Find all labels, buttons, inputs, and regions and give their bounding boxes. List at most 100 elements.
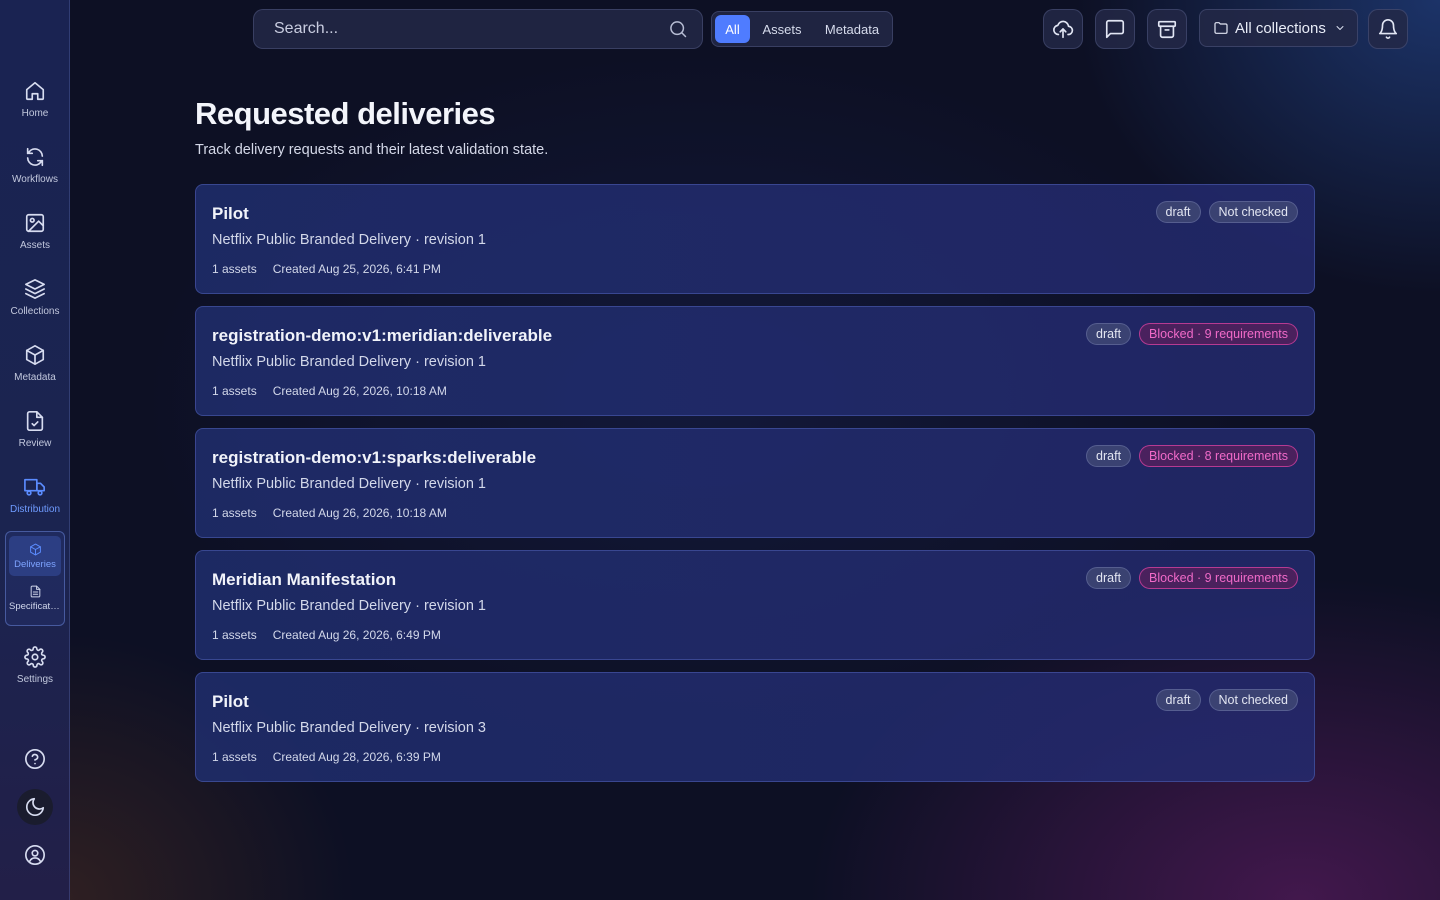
delivery-card[interactable]: registration-demo:v1:sparks:deliverable … [195, 428, 1315, 538]
delivery-asset-count: 1 assets [212, 628, 257, 642]
chevron-down-icon [1336, 26, 1344, 30]
validation-badge: Not checked [1208, 689, 1298, 711]
user-circle-icon [25, 845, 45, 865]
comments-button[interactable] [1095, 9, 1135, 49]
layers-icon [25, 279, 45, 299]
delivery-meta: 1 assets Created Aug 26, 2026, 10:18 AM [212, 506, 447, 520]
delivery-meta: 1 assets Created Aug 26, 2026, 6:49 PM [212, 628, 441, 642]
cube-icon [25, 345, 45, 365]
status-badge: draft [1086, 445, 1132, 467]
distribution-subnav: Deliveries Specifications [5, 531, 65, 626]
delivery-created: Created Aug 28, 2026, 6:39 PM [272, 750, 441, 764]
status-badge: draft [1155, 201, 1201, 223]
delivery-title: Meridian Manifestation [212, 570, 397, 589]
sidebar-item-metadata[interactable]: Metadata [0, 344, 70, 404]
sidebar-item-distribution[interactable]: Distribution [0, 476, 70, 536]
delivery-spec: Netflix Public Branded Delivery · revisi… [212, 476, 486, 492]
package-icon [29, 543, 41, 555]
delivery-meta: 1 assets Created Aug 25, 2026, 6:41 PM [212, 262, 441, 276]
status-badge: draft [1086, 567, 1132, 589]
help-circle-icon [25, 749, 45, 769]
status-badge: draft [1155, 689, 1201, 711]
page-subtitle: Track delivery requests and their latest… [195, 142, 549, 158]
delivery-badges: draft Not checked [1155, 689, 1298, 711]
delivery-card[interactable]: registration-demo:v1:meridian:deliverabl… [195, 306, 1315, 416]
delivery-title: registration-demo:v1:sparks:deliverable [212, 448, 537, 467]
validation-badge: Not checked [1208, 201, 1298, 223]
delivery-spec: Netflix Public Branded Delivery · revisi… [212, 232, 486, 248]
moon-icon [25, 797, 45, 817]
cloud-upload-icon [1053, 20, 1074, 39]
sidebar-item-label: Home [21, 108, 49, 119]
delivery-card[interactable]: Pilot Netflix Public Branded Delivery · … [195, 184, 1315, 294]
validation-badge: Blocked · 9 requirements [1139, 323, 1298, 345]
collections-dropdown-label: All collections [1235, 19, 1326, 37]
delivery-title: Pilot [212, 692, 249, 711]
delivery-title: Pilot [212, 204, 249, 223]
sidebar-item-label: Review [18, 438, 52, 449]
delivery-badges: draft Blocked · 9 requirements [1086, 567, 1298, 589]
search-icon[interactable] [668, 19, 688, 39]
notifications-button[interactable] [1368, 9, 1408, 49]
delivery-spec: Netflix Public Branded Delivery · revisi… [212, 720, 486, 736]
sidebar-item-collections[interactable]: Collections [0, 278, 70, 338]
delivery-meta: 1 assets Created Aug 26, 2026, 10:18 AM [212, 384, 447, 398]
delivery-card[interactable]: Pilot Netflix Public Branded Delivery · … [195, 672, 1315, 782]
archive-icon [1157, 20, 1177, 39]
theme-toggle-button[interactable] [17, 789, 53, 825]
sidebar-item-label: Assets [19, 240, 50, 251]
delivery-spec: Netflix Public Branded Delivery · revisi… [212, 598, 486, 614]
delivery-created: Created Aug 26, 2026, 6:49 PM [272, 628, 441, 642]
sidebar-item-label: Distribution [9, 504, 61, 515]
search-input[interactable] [254, 10, 654, 48]
delivery-asset-count: 1 assets [212, 262, 257, 276]
validation-badge: Blocked · 8 requirements [1139, 445, 1298, 467]
image-icon [25, 213, 45, 233]
help-button[interactable] [17, 741, 53, 777]
search-scope-filter: All Assets Metadata [711, 11, 893, 47]
gear-icon [24, 646, 46, 668]
delivery-card[interactable]: Meridian Manifestation Netflix Public Br… [195, 550, 1315, 660]
search-box [253, 9, 703, 49]
sidebar-item-label: Metadata [14, 372, 56, 383]
home-icon [25, 81, 45, 101]
sidebar-item-home[interactable]: Home [0, 80, 70, 140]
delivery-created: Created Aug 26, 2026, 10:18 AM [272, 506, 447, 520]
file-check-icon [26, 411, 44, 431]
subnav-item-specifications[interactable]: Specifications [9, 578, 61, 618]
archive-button[interactable] [1147, 9, 1187, 49]
sidebar-item-label: Workflows [12, 174, 58, 185]
delivery-meta: 1 assets Created Aug 28, 2026, 6:39 PM [212, 750, 441, 764]
delivery-created: Created Aug 25, 2026, 6:41 PM [272, 262, 441, 276]
sidebar-item-label: Collections [10, 306, 60, 317]
sidebar-item-review[interactable]: Review [0, 410, 70, 470]
filter-metadata-button[interactable]: Metadata [816, 15, 888, 43]
subnav-item-deliveries[interactable]: Deliveries [9, 536, 61, 576]
delivery-badges: draft Blocked · 9 requirements [1086, 323, 1298, 345]
sidebar-item-assets[interactable]: Assets [0, 212, 70, 272]
bell-icon [1378, 19, 1398, 39]
subnav-item-label: Deliveries [14, 558, 56, 570]
filter-assets-button[interactable]: Assets [756, 15, 808, 43]
truck-icon [24, 478, 45, 496]
delivery-asset-count: 1 assets [212, 750, 257, 764]
refresh-icon [26, 147, 44, 167]
sidebar-item-label: Settings [16, 674, 54, 685]
folder-icon [1214, 22, 1228, 34]
profile-button[interactable] [17, 837, 53, 873]
sidebar-item-settings[interactable]: Settings [0, 646, 70, 706]
upload-button[interactable] [1043, 9, 1083, 49]
delivery-spec: Netflix Public Branded Delivery · revisi… [212, 354, 486, 370]
validation-badge: Blocked · 9 requirements [1139, 567, 1298, 589]
delivery-asset-count: 1 assets [212, 506, 257, 520]
status-badge: draft [1086, 323, 1132, 345]
delivery-title: registration-demo:v1:meridian:deliverabl… [212, 326, 553, 345]
delivery-asset-count: 1 assets [212, 384, 257, 398]
collections-dropdown[interactable]: All collections [1199, 9, 1358, 47]
sidebar-item-workflows[interactable]: Workflows [0, 146, 70, 206]
file-text-icon [30, 585, 40, 597]
page-title: Requested deliveries [195, 96, 496, 131]
delivery-badges: draft Not checked [1155, 201, 1298, 223]
filter-all-button[interactable]: All [715, 15, 750, 43]
sidebar: Home Workflows Assets Collections Metada… [0, 0, 70, 900]
